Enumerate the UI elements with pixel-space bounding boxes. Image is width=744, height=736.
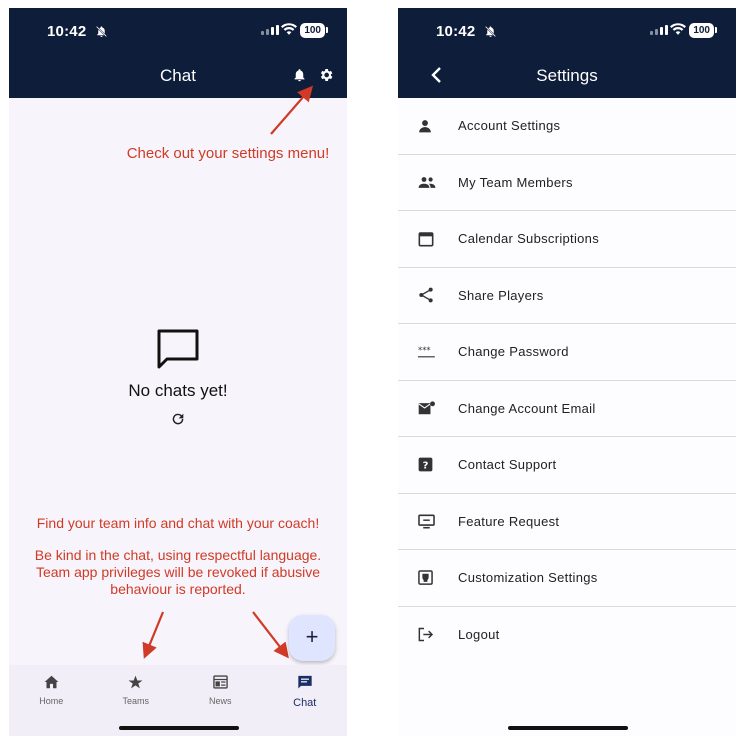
settings-item-contact-support[interactable]: ? Contact Support	[398, 437, 736, 494]
svg-text:***: ***	[418, 346, 431, 355]
battery-indicator: 100	[689, 23, 717, 38]
settings-item-change-password[interactable]: *** Change Password	[398, 324, 736, 381]
annotation-conduct-line3: behaviour is reported.	[110, 581, 246, 597]
nav-chat[interactable]: Chat	[263, 665, 348, 736]
feature-request-icon	[418, 514, 458, 529]
svg-text:?: ?	[423, 461, 429, 472]
calendar-icon	[418, 231, 458, 247]
settings-item-share-players[interactable]: Share Players	[398, 268, 736, 324]
help-icon: ?	[418, 457, 458, 472]
nav-home[interactable]: Home	[9, 665, 94, 736]
settings-item-label: Share Players	[458, 287, 544, 303]
settings-item-customization[interactable]: Customization Settings	[398, 550, 736, 607]
nav-news-label: News	[208, 696, 232, 706]
new-chat-button[interactable]: +	[289, 615, 335, 661]
annotation-settings-hint: Check out your settings menu!	[126, 145, 330, 162]
home-indicator	[508, 726, 628, 730]
bell-muted-icon	[484, 25, 497, 43]
home-icon	[44, 675, 59, 693]
signal-icon	[650, 25, 668, 35]
settings-screen: 10:42 100 Settings Account Settings My T…	[398, 8, 736, 736]
password-icon: ***	[418, 346, 458, 358]
star-icon	[128, 675, 143, 693]
annotation-conduct-line1: Be kind in the chat, using respectful la…	[34, 547, 322, 563]
chat-icon	[297, 675, 313, 694]
nav-teams-label: Teams	[122, 696, 149, 706]
empty-state: No chats yet!	[9, 328, 347, 432]
chat-screen: 10:42 100 Chat Check out your settings m…	[9, 8, 347, 736]
nav-home-label: Home	[39, 696, 64, 706]
settings-item-feature-request[interactable]: Feature Request	[398, 494, 736, 550]
settings-item-label: My Team Members	[458, 174, 573, 190]
page-title: Settings	[536, 66, 598, 85]
group-icon	[418, 176, 458, 189]
annotation-team-hint: Find your team info and chat with your c…	[36, 515, 320, 531]
settings-item-label: Change Account Email	[458, 400, 596, 416]
status-time: 10:42	[436, 23, 476, 40]
home-indicator	[119, 726, 239, 730]
settings-item-label: Logout	[458, 627, 500, 643]
customization-icon	[418, 570, 458, 586]
settings-item-label: Change Password	[458, 344, 569, 360]
nav-chat-label: Chat	[293, 697, 317, 709]
empty-state-message: No chats yet!	[128, 381, 228, 400]
settings-item-calendar[interactable]: Calendar Subscriptions	[398, 211, 736, 268]
wifi-icon	[670, 23, 686, 41]
settings-item-account[interactable]: Account Settings	[398, 98, 736, 155]
email-icon	[418, 401, 458, 415]
settings-item-change-email[interactable]: Change Account Email	[398, 381, 736, 437]
settings-item-logout[interactable]: Logout	[398, 607, 736, 664]
newspaper-icon	[213, 675, 228, 693]
settings-item-label: Feature Request	[458, 513, 560, 529]
settings-item-label: Customization Settings	[458, 570, 598, 586]
chat-bubble-icon	[155, 329, 201, 374]
app-bar: Settings	[398, 56, 736, 98]
person-icon	[418, 119, 458, 133]
settings-list: Account Settings My Team Members Calenda…	[398, 98, 736, 663]
logout-icon	[418, 627, 458, 642]
refresh-icon[interactable]	[170, 411, 186, 432]
settings-item-team-members[interactable]: My Team Members	[398, 155, 736, 211]
share-icon	[418, 287, 458, 303]
settings-item-label: Calendar Subscriptions	[458, 231, 600, 247]
settings-item-label: Account Settings	[458, 118, 561, 134]
status-bar: 10:42 100	[398, 8, 736, 56]
settings-item-label: Contact Support	[458, 457, 557, 473]
annotation-conduct-line2: Team app privileges will be revoked if a…	[35, 564, 321, 580]
